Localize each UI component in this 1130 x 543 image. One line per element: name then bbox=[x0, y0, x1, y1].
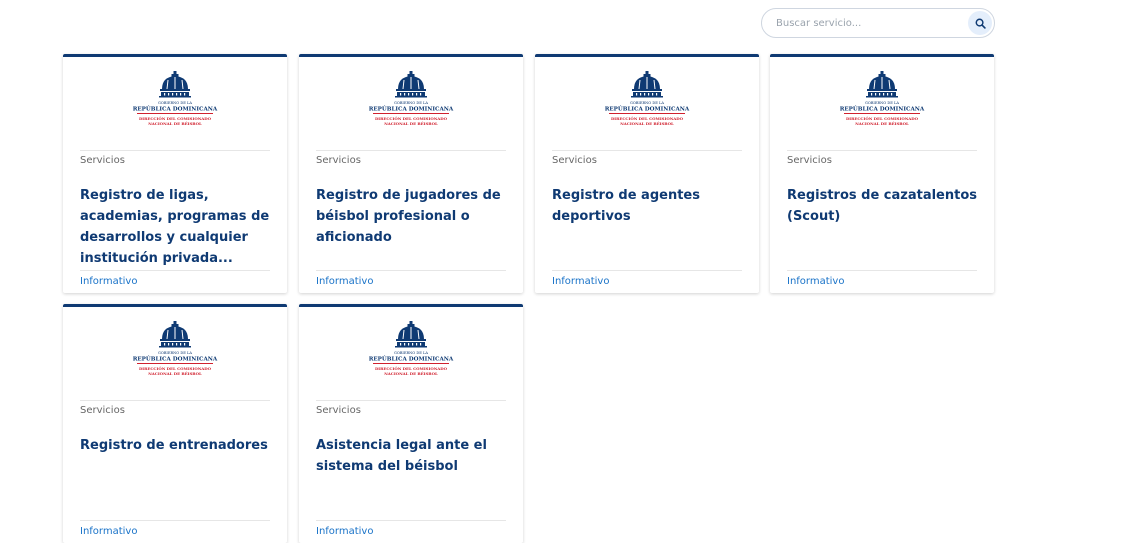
logo-line-4: NACIONAL DE BÉISBOL bbox=[384, 371, 438, 376]
search-button[interactable] bbox=[968, 11, 992, 35]
service-card[interactable]: GOBIERNO DE LA REPÚBLICA DOMINICANA DIRE… bbox=[299, 54, 523, 293]
logo-red-rule bbox=[137, 113, 213, 114]
dome-emblem-icon bbox=[631, 71, 663, 98]
logo-line-2: REPÚBLICA DOMINICANA bbox=[133, 355, 218, 363]
card-category: Servicios bbox=[316, 405, 361, 416]
service-card[interactable]: GOBIERNO DE LA REPÚBLICA DOMINICANA DIRE… bbox=[535, 54, 759, 293]
card-divider-top bbox=[80, 400, 270, 401]
logo-line-1: GOBIERNO DE LA bbox=[630, 101, 664, 105]
card-divider-top bbox=[316, 150, 506, 151]
card-category: Servicios bbox=[787, 155, 832, 166]
card-tag: Informativo bbox=[80, 276, 138, 287]
card-tag: Informativo bbox=[316, 276, 374, 287]
card-category: Servicios bbox=[80, 405, 125, 416]
card-divider-top bbox=[80, 150, 270, 151]
logo-line-2: REPÚBLICA DOMINICANA bbox=[133, 105, 218, 113]
card-title[interactable]: Registro de agentes deportivos bbox=[552, 185, 742, 227]
logo-line-1: GOBIERNO DE LA bbox=[158, 101, 192, 105]
logo-line-4: NACIONAL DE BÉISBOL bbox=[148, 121, 202, 126]
logo-red-rule bbox=[609, 113, 685, 114]
dome-emblem-icon bbox=[395, 321, 427, 348]
search-box bbox=[761, 8, 995, 38]
card-logo: GOBIERNO DE LA REPÚBLICA DOMINICANA DIRE… bbox=[299, 319, 523, 395]
card-divider-top bbox=[787, 150, 977, 151]
logo-line-1: GOBIERNO DE LA bbox=[394, 351, 428, 355]
logo-line-4: NACIONAL DE BÉISBOL bbox=[855, 121, 909, 126]
logo-red-rule bbox=[373, 363, 449, 364]
card-logo: GOBIERNO DE LA REPÚBLICA DOMINICANA DIRE… bbox=[770, 69, 994, 145]
card-divider-top bbox=[316, 400, 506, 401]
card-tag: Informativo bbox=[787, 276, 845, 287]
card-tag: Informativo bbox=[316, 526, 374, 537]
card-logo: GOBIERNO DE LA REPÚBLICA DOMINICANA DIRE… bbox=[63, 69, 287, 145]
card-divider-top bbox=[552, 150, 742, 151]
dome-emblem-icon bbox=[866, 71, 898, 98]
logo-line-1: GOBIERNO DE LA bbox=[865, 101, 899, 105]
logo-line-4: NACIONAL DE BÉISBOL bbox=[620, 121, 674, 126]
card-divider-bottom bbox=[316, 520, 506, 521]
service-card[interactable]: GOBIERNO DE LA REPÚBLICA DOMINICANA DIRE… bbox=[63, 304, 287, 543]
card-title[interactable]: Registro de ligas, academias, programas … bbox=[80, 185, 270, 269]
logo-line-1: GOBIERNO DE LA bbox=[158, 351, 192, 355]
logo-line-2: REPÚBLICA DOMINICANA bbox=[840, 105, 925, 113]
search-icon bbox=[975, 18, 986, 29]
logo-line-2: REPÚBLICA DOMINICANA bbox=[605, 105, 690, 113]
card-category: Servicios bbox=[552, 155, 597, 166]
logo-line-2: REPÚBLICA DOMINICANA bbox=[369, 355, 454, 363]
card-category: Servicios bbox=[316, 155, 361, 166]
dome-emblem-icon bbox=[159, 321, 191, 348]
logo-red-rule bbox=[373, 113, 449, 114]
logo-line-2: REPÚBLICA DOMINICANA bbox=[369, 105, 454, 113]
card-divider-bottom bbox=[552, 270, 742, 271]
logo-red-rule bbox=[137, 363, 213, 364]
card-tag: Informativo bbox=[552, 276, 610, 287]
card-title[interactable]: Registro de jugadores de béisbol profesi… bbox=[316, 185, 506, 248]
card-divider-bottom bbox=[80, 520, 270, 521]
card-tag: Informativo bbox=[80, 526, 138, 537]
card-logo: GOBIERNO DE LA REPÚBLICA DOMINICANA DIRE… bbox=[63, 319, 287, 395]
dome-emblem-icon bbox=[395, 71, 427, 98]
card-divider-bottom bbox=[316, 270, 506, 271]
card-divider-bottom bbox=[787, 270, 977, 271]
logo-red-rule bbox=[844, 113, 920, 114]
logo-line-1: GOBIERNO DE LA bbox=[394, 101, 428, 105]
card-category: Servicios bbox=[80, 155, 125, 166]
service-card[interactable]: GOBIERNO DE LA REPÚBLICA DOMINICANA DIRE… bbox=[770, 54, 994, 293]
card-divider-bottom bbox=[80, 270, 270, 271]
card-title[interactable]: Registros de cazatalentos (Scout) bbox=[787, 185, 977, 227]
card-logo: GOBIERNO DE LA REPÚBLICA DOMINICANA DIRE… bbox=[535, 69, 759, 145]
dome-emblem-icon bbox=[159, 71, 191, 98]
card-title[interactable]: Registro de entrenadores bbox=[80, 435, 270, 456]
card-logo: GOBIERNO DE LA REPÚBLICA DOMINICANA DIRE… bbox=[299, 69, 523, 145]
logo-line-4: NACIONAL DE BÉISBOL bbox=[148, 371, 202, 376]
logo-line-4: NACIONAL DE BÉISBOL bbox=[384, 121, 438, 126]
card-title[interactable]: Asistencia legal ante el sistema del béi… bbox=[316, 435, 506, 477]
service-card[interactable]: GOBIERNO DE LA REPÚBLICA DOMINICANA DIRE… bbox=[63, 54, 287, 293]
service-card[interactable]: GOBIERNO DE LA REPÚBLICA DOMINICANA DIRE… bbox=[299, 304, 523, 543]
search-input[interactable] bbox=[776, 9, 956, 37]
